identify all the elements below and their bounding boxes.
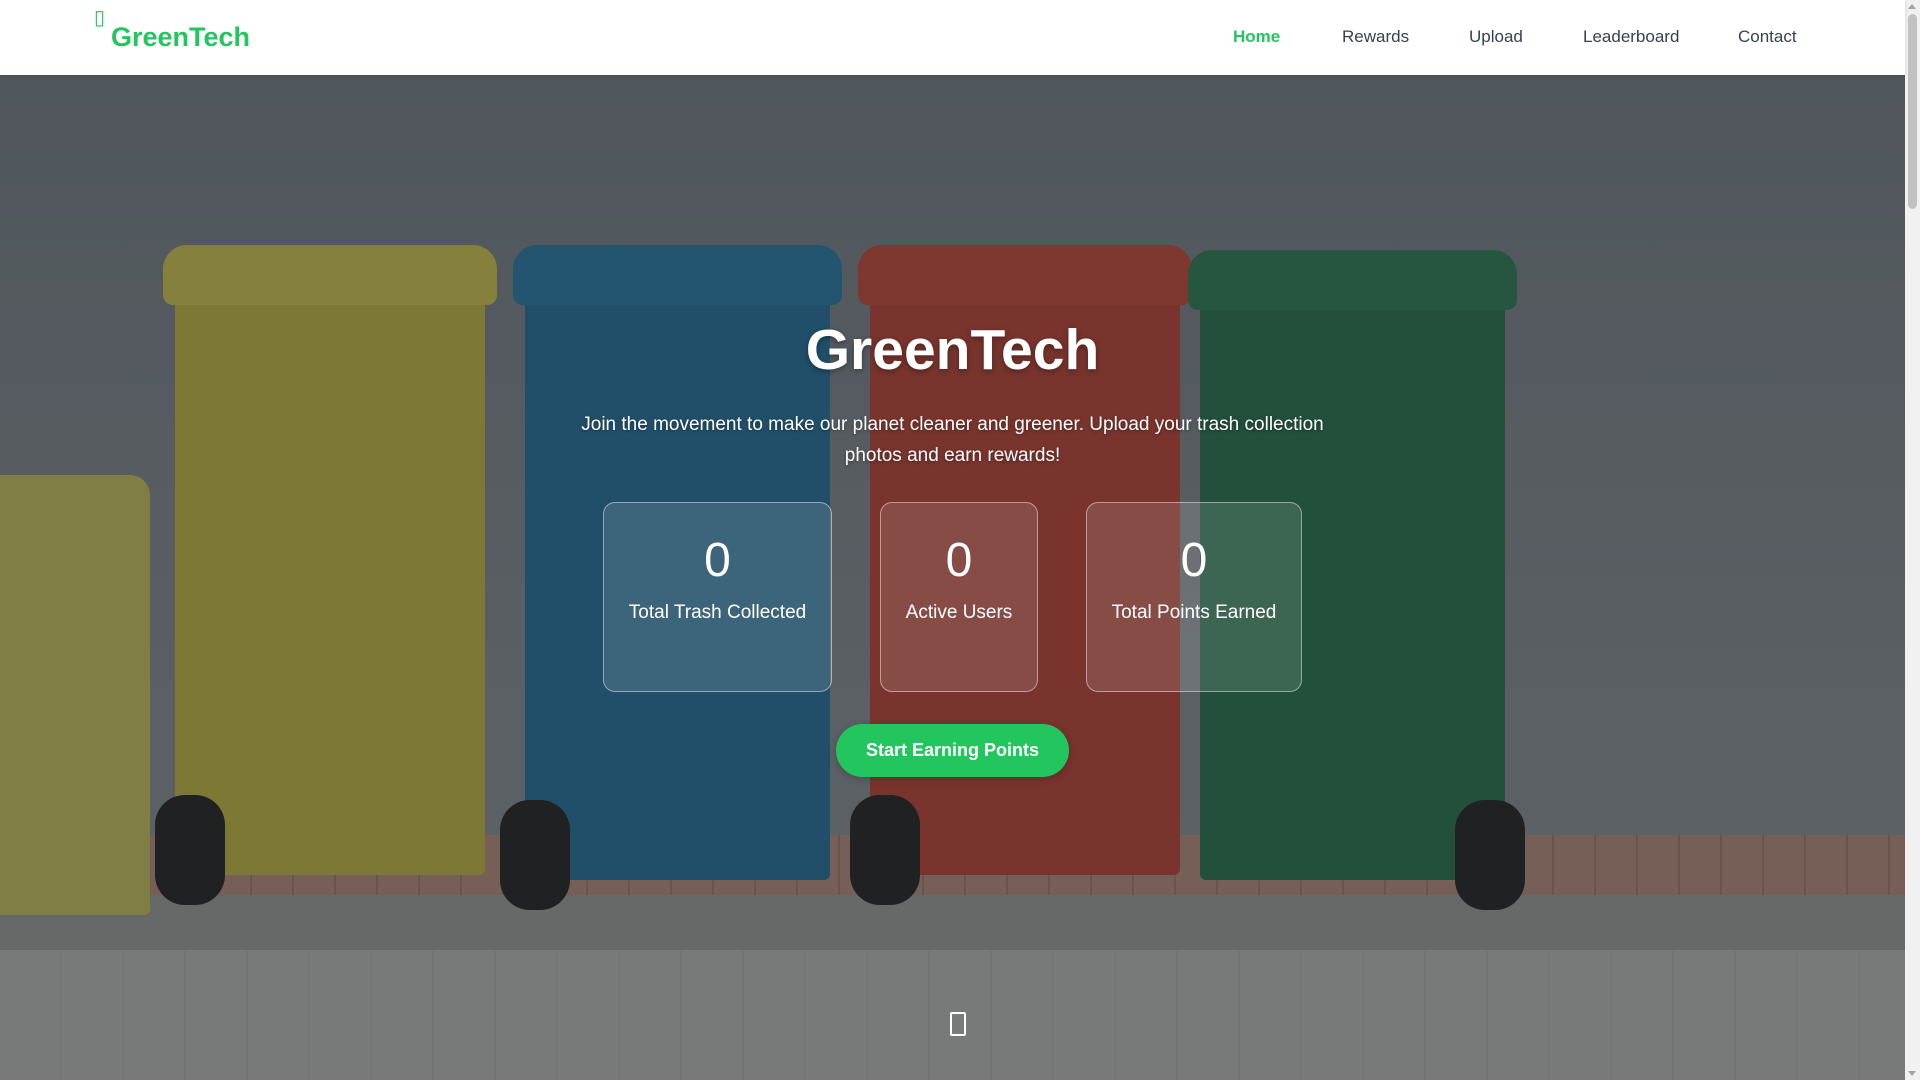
page-scrollbar[interactable] [1905,0,1920,1080]
nav-link-leaderboard[interactable]: Leaderboard [1583,27,1679,47]
top-navbar: ▯ GreenTech Home Rewards Upload Leaderbo… [0,0,1905,75]
hero-section: GreenTech Join the movement to make our … [0,75,1905,1080]
stat-value: 0 [704,534,731,587]
stat-card-points-earned: 0 Total Points Earned [1086,502,1302,692]
start-earning-button[interactable]: Start Earning Points [836,724,1069,777]
nav-link-upload[interactable]: Upload [1469,27,1523,47]
stat-label: Active Users [905,602,1013,623]
mouse-scroll-icon[interactable] [950,1012,966,1036]
stat-value: 0 [1180,534,1208,587]
hero-subtitle: Join the movement to make our planet cle… [581,414,1324,466]
stat-card-trash-collected: 0 Total Trash Collected [603,502,832,692]
hero-title: GreenTech [805,318,1100,382]
stat-label: Total Points Earned [1111,602,1277,623]
stat-value: 0 [945,534,973,587]
nav-link-contact[interactable]: Contact [1738,27,1797,47]
scroll-down-arrow-icon[interactable] [1908,1071,1916,1076]
nav-link-home[interactable]: Home [1233,27,1280,47]
stat-card-active-users: 0 Active Users [880,502,1038,692]
leaf-icon: ▯ [94,7,106,29]
scroll-up-arrow-icon[interactable] [1908,4,1916,9]
scrollbar-thumb[interactable] [1908,14,1917,209]
stat-label: Total Trash Collected [628,602,807,623]
brand-logo[interactable]: GreenTech [111,22,250,53]
nav-link-rewards[interactable]: Rewards [1342,27,1409,47]
